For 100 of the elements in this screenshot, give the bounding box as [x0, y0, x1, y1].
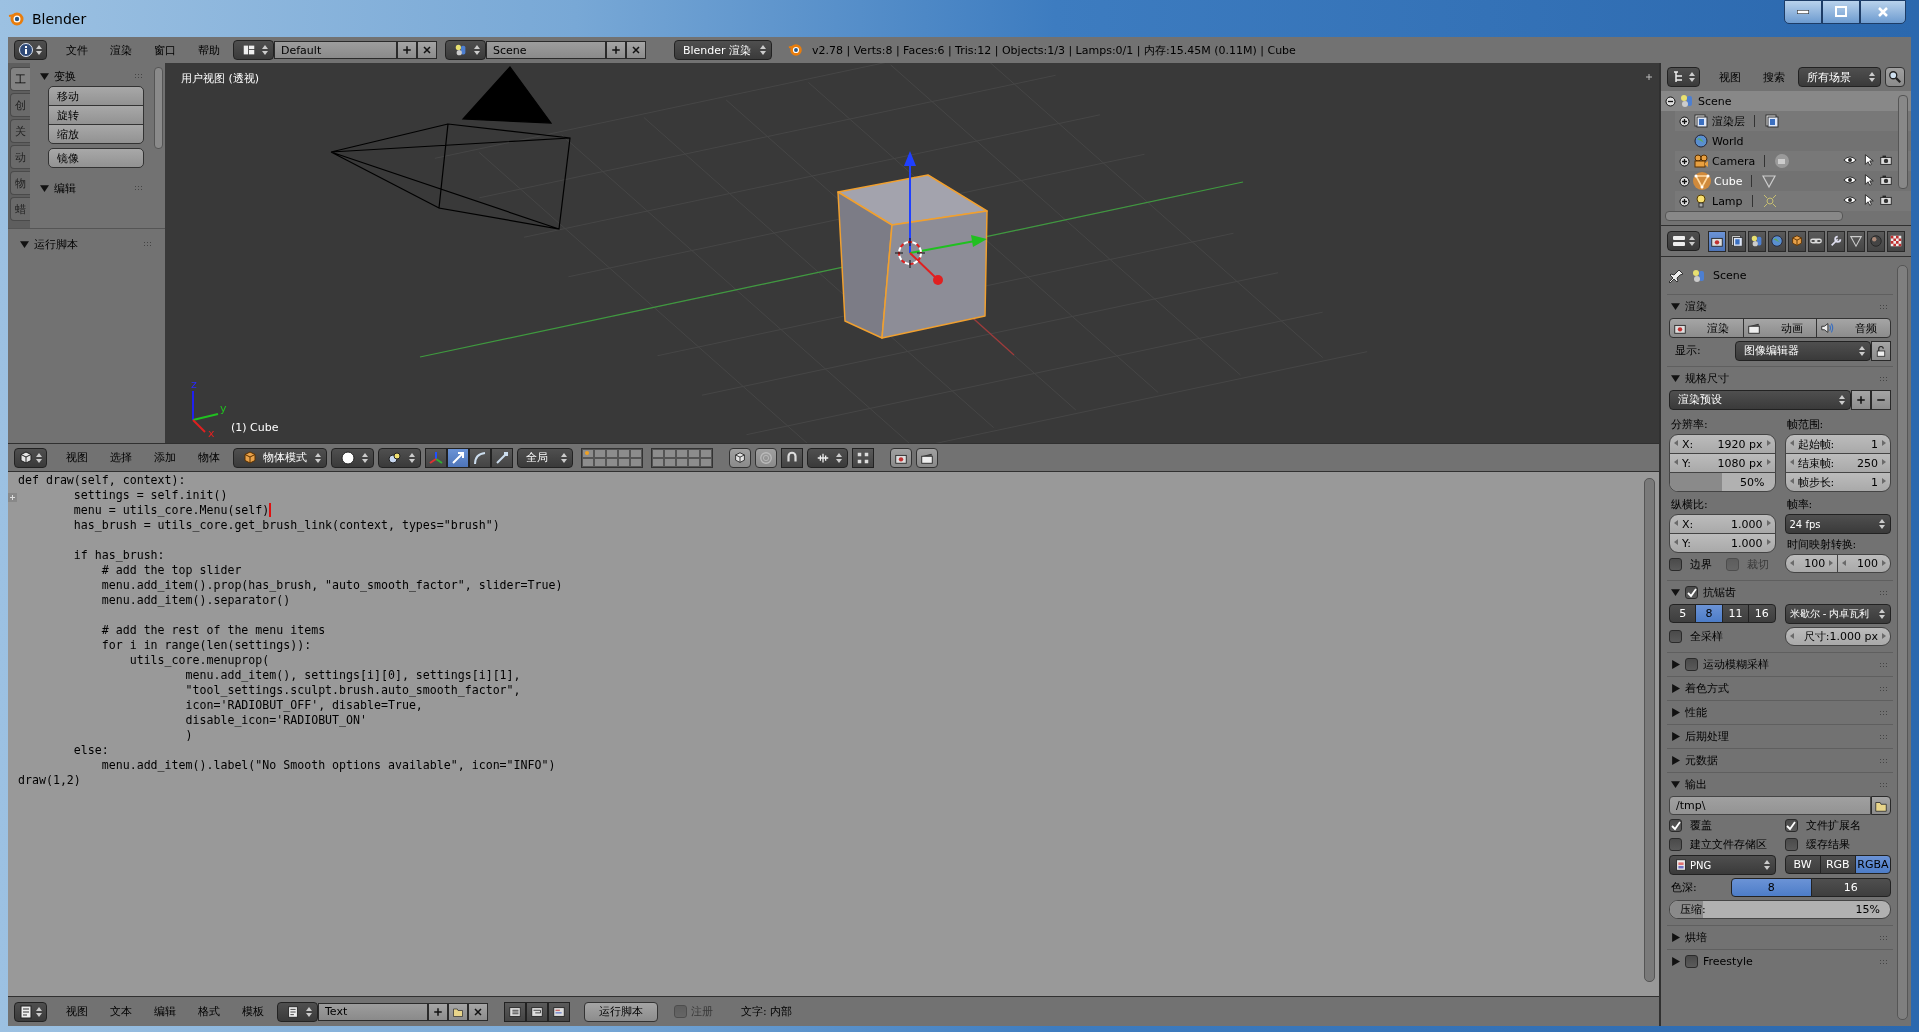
- color-depth-option[interactable]: 16: [1810, 878, 1891, 897]
- disclosure-triangle-icon[interactable]: [1671, 732, 1680, 741]
- drag-grip-icon[interactable]: [143, 241, 153, 247]
- sample-option[interactable]: 11: [1721, 604, 1750, 623]
- layer-button[interactable]: [606, 448, 618, 458]
- scrollbar[interactable]: [1898, 95, 1908, 189]
- mode-dropdown[interactable]: 物体模式: [233, 447, 327, 468]
- layer-button[interactable]: [700, 448, 712, 458]
- proportional-edit-button[interactable]: [755, 447, 777, 468]
- drag-grip-icon[interactable]: [1879, 685, 1889, 692]
- disclosure-triangle-icon[interactable]: [1671, 588, 1680, 597]
- shelf-tab[interactable]: 动: [10, 145, 30, 169]
- menu-item[interactable]: 格式: [189, 1004, 229, 1019]
- menu-item[interactable]: 视图: [57, 450, 97, 465]
- menu-item[interactable]: 文本: [101, 1004, 141, 1019]
- view-toggle[interactable]: [548, 1001, 570, 1022]
- properties-tab[interactable]: [1787, 230, 1806, 252]
- browse-folder-button[interactable]: [1871, 796, 1891, 815]
- editor-type-button[interactable]: [14, 1001, 47, 1022]
- color-mode-option[interactable]: BW: [1784, 855, 1821, 874]
- checkbox[interactable]: [1669, 630, 1682, 643]
- render-action-button[interactable]: 渲染: [1669, 318, 1744, 338]
- expand-toggle-icon[interactable]: [1665, 95, 1676, 107]
- properties-tab[interactable]: [1727, 230, 1746, 252]
- shelf-tab[interactable]: 关: [10, 119, 30, 143]
- view-toggle[interactable]: [504, 1001, 526, 1022]
- shelf-tab[interactable]: 蜡: [10, 197, 30, 221]
- layer-button[interactable]: [582, 448, 594, 458]
- outliner-label[interactable]: Lamp: [1712, 194, 1743, 208]
- display-dropdown[interactable]: 图像编辑器: [1735, 340, 1871, 361]
- view-toggle[interactable]: [526, 1001, 548, 1022]
- outliner-row[interactable]: Scene: [1661, 91, 1911, 111]
- drag-grip-icon[interactable]: [1879, 303, 1889, 310]
- disclosure-triangle-icon[interactable]: [1671, 374, 1680, 383]
- tool-button[interactable]: 移动: [48, 86, 144, 106]
- number-field[interactable]: 帧步长: 1: [1784, 472, 1891, 492]
- manipulator-toggle[interactable]: [469, 447, 491, 468]
- panel-title[interactable]: 运动模糊采样: [1703, 657, 1769, 672]
- layer-button[interactable]: [652, 448, 664, 458]
- delete-layout-button[interactable]: [417, 41, 437, 59]
- scrollbar[interactable]: [1897, 265, 1908, 1020]
- layer-button[interactable]: [630, 448, 642, 458]
- menu-item[interactable]: 选择: [101, 450, 141, 465]
- expand-toggle-icon[interactable]: [1679, 115, 1690, 127]
- editor-type-button[interactable]: [1667, 231, 1700, 251]
- text-name-field[interactable]: Text: [318, 1002, 428, 1021]
- number-field[interactable]: X: 1.000: [1669, 514, 1776, 534]
- number-field[interactable]: Y: 1.000: [1669, 533, 1776, 553]
- layout-name-field[interactable]: Default: [274, 41, 397, 59]
- expand-toggle-icon[interactable]: [1679, 175, 1690, 187]
- manipulator-toggle[interactable]: [425, 447, 447, 468]
- outliner-label[interactable]: Camera: [1712, 154, 1756, 168]
- minimize-button[interactable]: [1784, 0, 1822, 24]
- drag-grip-icon[interactable]: [1879, 733, 1889, 740]
- filter-dropdown[interactable]: 米歇尔 - 内卓瓦利: [1784, 604, 1891, 624]
- panel-title[interactable]: 输出: [1685, 777, 1707, 792]
- add-scene-button[interactable]: [606, 41, 626, 59]
- checkbox[interactable]: [1685, 955, 1698, 968]
- orientation-dropdown[interactable]: 全局: [517, 447, 573, 468]
- disclosure-triangle-icon[interactable]: [1671, 302, 1680, 311]
- checkbox[interactable]: [1669, 838, 1682, 851]
- sample-option[interactable]: 16: [1748, 604, 1776, 623]
- properties-tab[interactable]: [1827, 230, 1846, 252]
- animation-render-button[interactable]: [916, 447, 938, 468]
- drag-grip-icon[interactable]: [1879, 709, 1889, 716]
- disclosure-triangle-icon[interactable]: [1671, 660, 1680, 669]
- file-format-dropdown[interactable]: PNG: [1669, 855, 1776, 875]
- menu-item[interactable]: 渲染: [101, 42, 141, 58]
- snap-element-dropdown[interactable]: [807, 447, 848, 468]
- render-engine-dropdown[interactable]: Blender 渲染: [674, 40, 772, 60]
- disclosure-triangle-icon[interactable]: [40, 71, 49, 81]
- drag-grip-icon[interactable]: [1879, 757, 1889, 764]
- outliner-label[interactable]: Scene: [1698, 94, 1732, 108]
- tool-button[interactable]: 镜像: [48, 148, 144, 168]
- tool-button[interactable]: 旋转: [48, 105, 144, 125]
- shading-dropdown[interactable]: [331, 447, 374, 468]
- compression-slider[interactable]: 压缩: 15%: [1669, 900, 1891, 919]
- maximize-button[interactable]: [1822, 0, 1860, 24]
- drag-grip-icon[interactable]: [1879, 958, 1889, 965]
- frame-rate-dropdown[interactable]: 24 fps: [1784, 514, 1891, 534]
- menu-item[interactable]: 窗口: [145, 42, 185, 58]
- manipulator-toggle[interactable]: [491, 447, 513, 468]
- panel-title[interactable]: 后期处理: [1685, 729, 1729, 744]
- checkbox[interactable]: [1784, 838, 1798, 851]
- number-field[interactable]: 尺寸:1.000 px: [1784, 627, 1891, 646]
- panel-title[interactable]: 规格尺寸: [1685, 371, 1729, 386]
- drag-grip-icon[interactable]: [1879, 781, 1889, 788]
- editor-type-button[interactable]: [14, 447, 47, 468]
- checkbox[interactable]: [1685, 658, 1698, 671]
- menu-item[interactable]: 模板: [233, 1004, 273, 1019]
- number-field[interactable]: Y: 1080 px: [1669, 453, 1776, 473]
- properties-tab[interactable]: [1747, 230, 1766, 252]
- drag-grip-icon[interactable]: [134, 73, 144, 79]
- new-text-button[interactable]: [428, 1002, 448, 1021]
- outliner-row[interactable]: Camera: [1675, 151, 1911, 171]
- disclosure-triangle-icon[interactable]: [1671, 933, 1680, 942]
- remove-preset-button[interactable]: [1871, 389, 1891, 410]
- layout-browse-button[interactable]: [233, 40, 274, 60]
- disclosure-triangle-icon[interactable]: [1671, 708, 1680, 717]
- expand-toggle-icon[interactable]: [1679, 195, 1690, 207]
